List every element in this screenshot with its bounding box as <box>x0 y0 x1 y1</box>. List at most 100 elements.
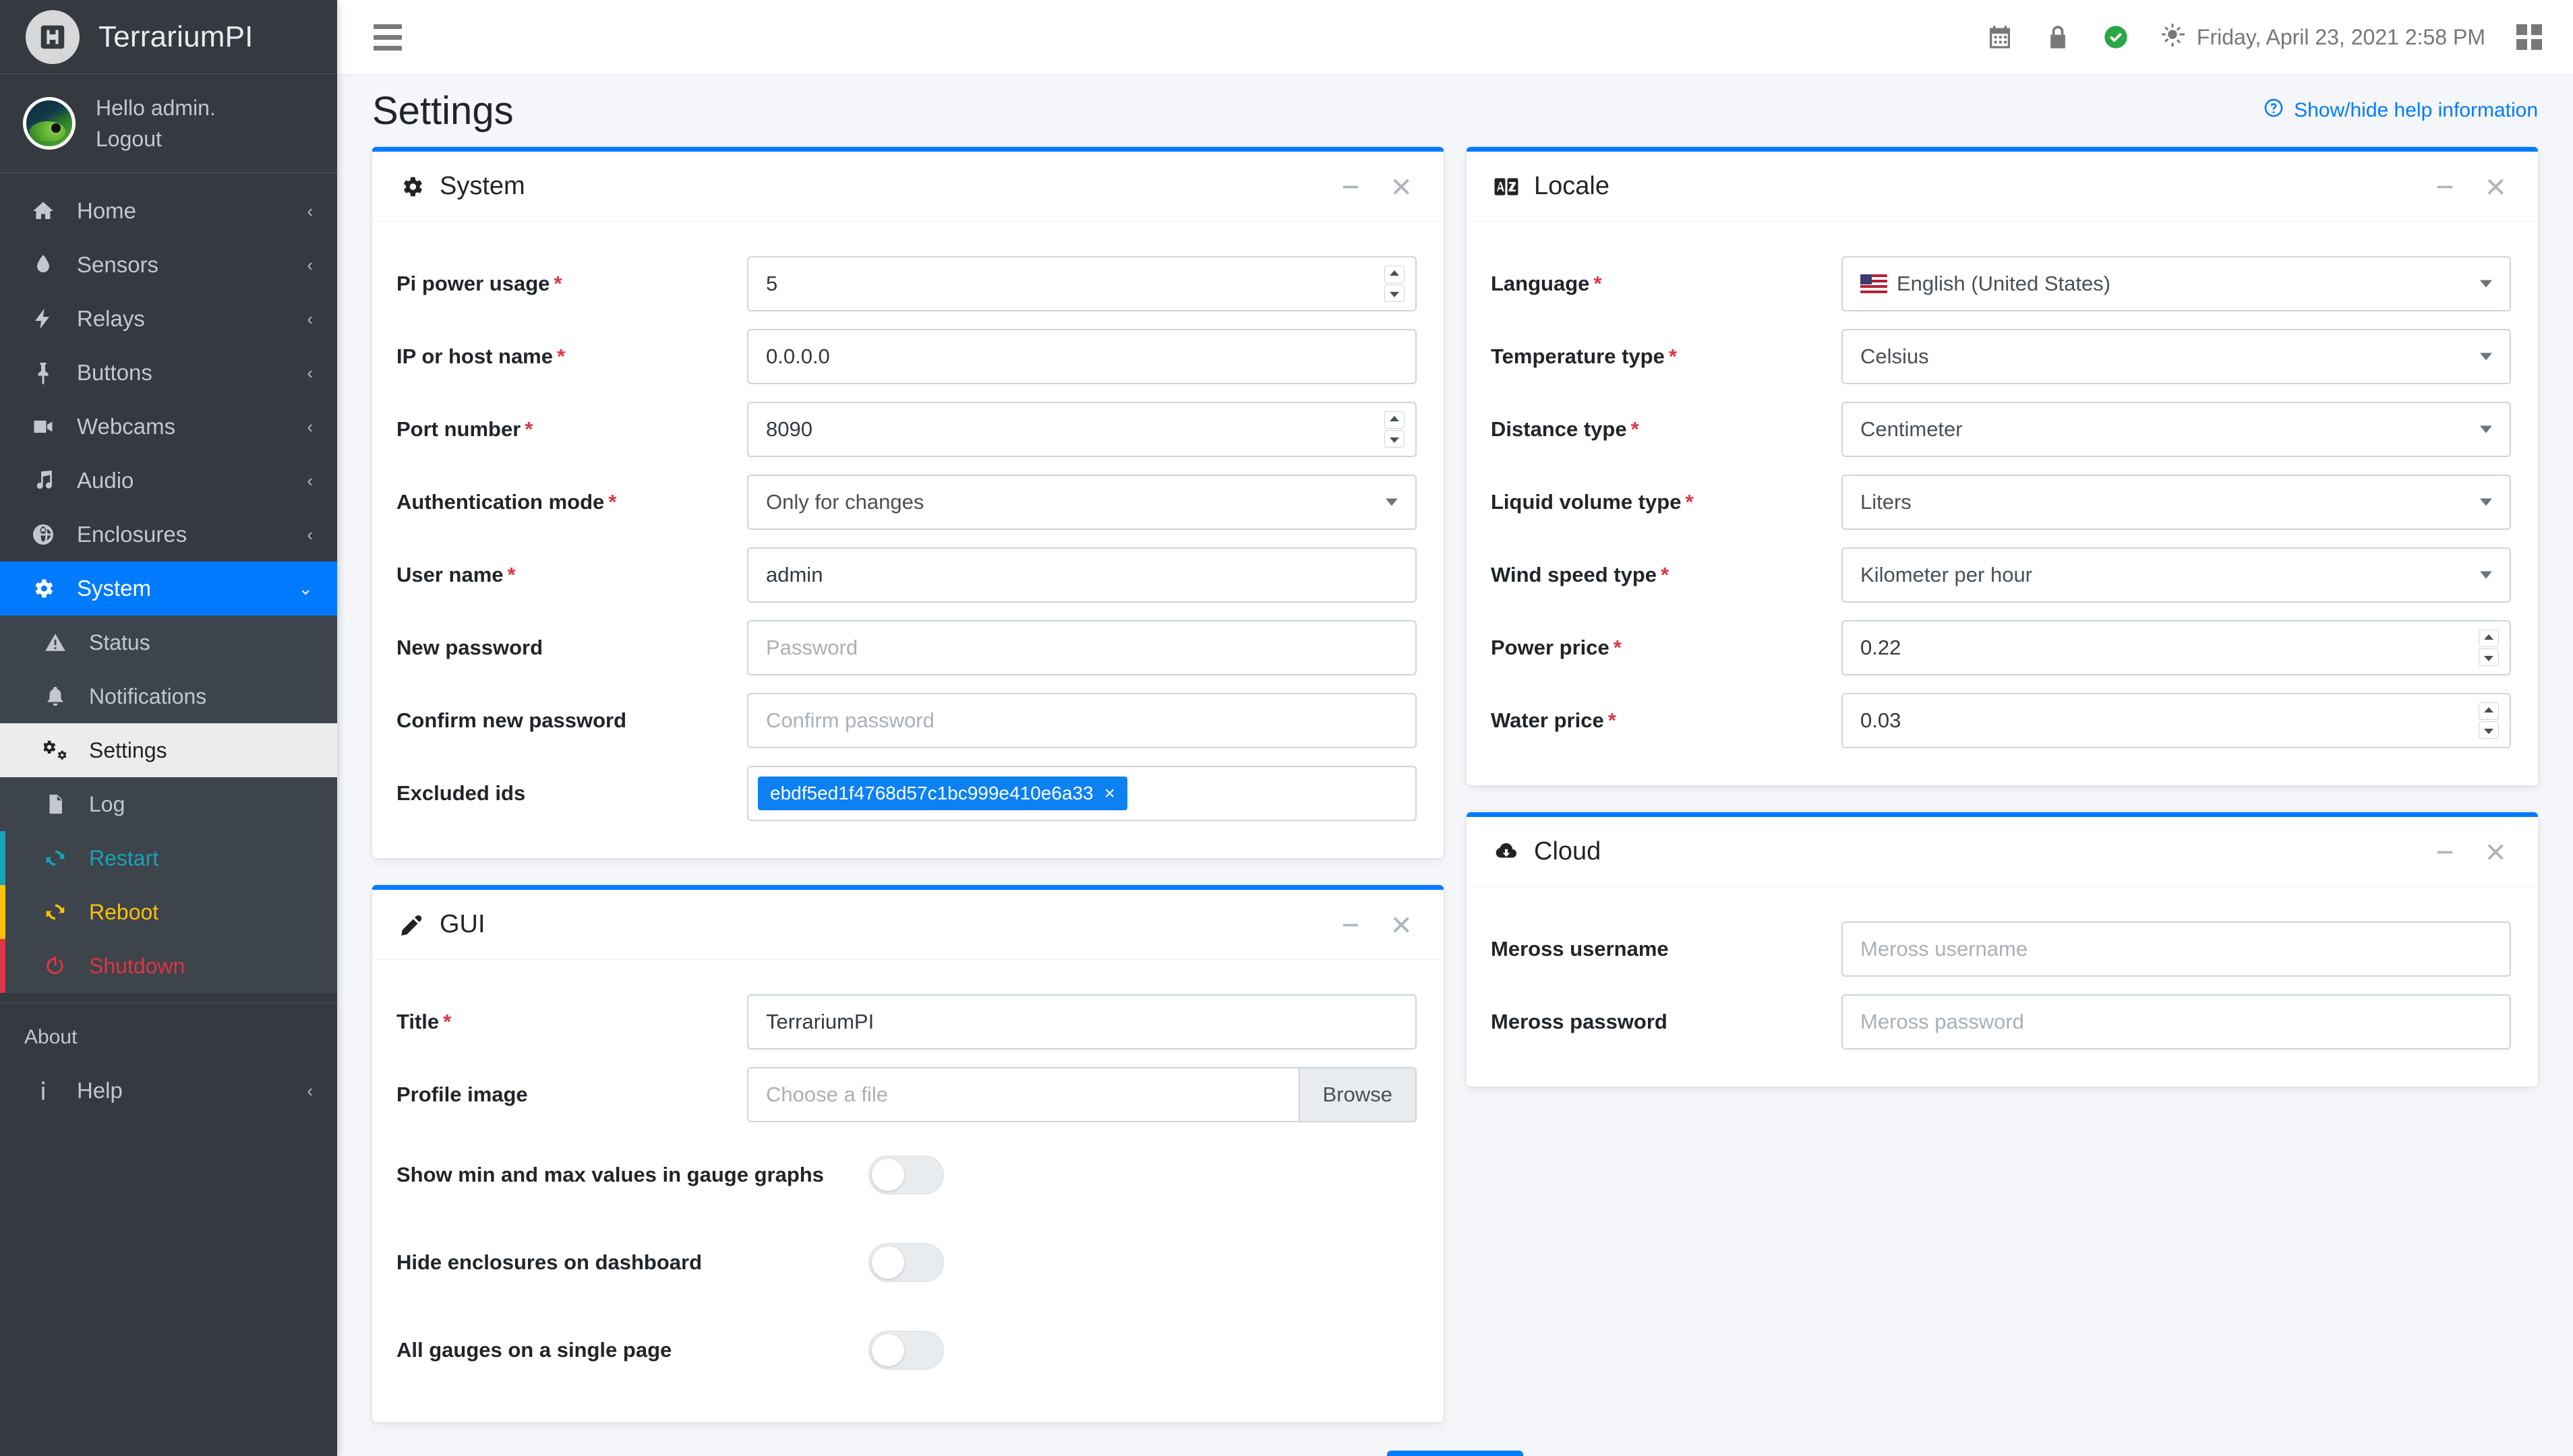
meross-username-input[interactable]: Meross username <box>1841 921 2511 977</box>
grid-icon[interactable] <box>2516 24 2542 50</box>
sidebar-item-reboot[interactable]: Reboot <box>0 885 337 939</box>
card-cloud-header: Cloud <box>1467 817 2538 887</box>
card-gui: GUI Title * TerrariumPI Profile image Ch… <box>372 885 1444 1422</box>
sidebar-item-settings[interactable]: Settings <box>0 723 337 777</box>
water-price-stepper[interactable] <box>2479 702 2499 739</box>
port-number-input[interactable]: 8090 <box>747 402 1417 457</box>
card-cloud: Cloud Meross username Meross username Me… <box>1467 812 2538 1087</box>
sidebar-item-notifications[interactable]: Notifications <box>0 669 337 723</box>
port-number-stepper[interactable] <box>1384 411 1404 448</box>
sidebar-item-label: Notifications <box>89 684 207 708</box>
sidebar-item-sensors[interactable]: Sensors ‹ <box>0 238 337 292</box>
sidebar-item-label: Log <box>89 791 125 816</box>
logout-link[interactable]: Logout <box>96 125 216 152</box>
hide-enclosures-toggle[interactable] <box>868 1243 944 1282</box>
excluded-ids-input[interactable]: ebdf5ed1f4768d57c1bc999e410e6a33 × <box>747 766 1417 821</box>
sidebar-item-log[interactable]: Log <box>0 777 337 831</box>
minimize-icon[interactable] <box>1337 173 1364 200</box>
power-icon <box>40 954 70 977</box>
sidebar-item-shutdown[interactable]: Shutdown <box>0 939 337 993</box>
sidebar-item-label: Help <box>77 1078 123 1103</box>
sidebar-item-label: Settings <box>89 737 167 762</box>
language-icon <box>1491 174 1522 200</box>
field-excluded-ids: Excluded ids ebdf5ed1f4768d57c1bc999e410… <box>396 757 1417 830</box>
chevron-down-icon <box>2480 280 2492 288</box>
sidebar-item-status[interactable]: Status <box>0 615 337 669</box>
lock-icon[interactable] <box>2044 24 2071 51</box>
pin-icon <box>28 361 58 385</box>
confirm-password-input[interactable]: Confirm password <box>747 693 1417 748</box>
chevron-left-icon: ‹ <box>307 200 313 221</box>
power-price-input[interactable]: 0.22 <box>1841 620 2511 675</box>
pi-power-usage-stepper[interactable] <box>1384 266 1404 302</box>
ip-or-host-input[interactable]: 0.0.0.0 <box>747 329 1417 384</box>
sidebar-item-help[interactable]: Help ‹ <box>0 1064 337 1118</box>
home-icon <box>28 199 58 223</box>
field-label: Power price * <box>1491 635 1622 659</box>
meross-password-input[interactable]: Meross password <box>1841 994 2511 1050</box>
chevron-down-icon <box>2480 425 2492 433</box>
pi-power-usage-input[interactable]: 5 <box>747 256 1417 311</box>
close-icon[interactable] <box>2484 173 2511 200</box>
sidebar-item-relays[interactable]: Relays ‹ <box>0 292 337 346</box>
close-icon[interactable] <box>2484 839 2511 866</box>
field-label: Hide enclosures on dashboard <box>396 1250 703 1274</box>
field-distance-type: Distance type * Centimeter <box>1491 393 2511 466</box>
field-power-price: Power price * 0.22 <box>1491 611 2511 684</box>
sidebar-item-label: Shutdown <box>89 953 185 978</box>
sidebar-item-restart[interactable]: Restart <box>0 831 337 885</box>
card-system-header: System <box>372 152 1444 222</box>
check-circle-icon[interactable] <box>2102 24 2129 51</box>
language-select[interactable]: English (United States) <box>1841 256 2511 311</box>
tag-remove-icon[interactable]: × <box>1104 783 1115 804</box>
chevron-down-icon: ⌄ <box>298 578 313 599</box>
avatar <box>23 97 76 150</box>
sync-icon <box>40 847 70 870</box>
required-marker: * <box>1685 489 1694 514</box>
sidebar-item-home[interactable]: Home ‹ <box>0 184 337 238</box>
sidebar-item-system[interactable]: System ⌄ <box>0 562 337 615</box>
brand[interactable]: TerrariumPI <box>0 0 337 74</box>
required-marker: * <box>1593 271 1602 295</box>
sidebar-item-buttons[interactable]: Buttons ‹ <box>0 346 337 400</box>
help-link-label: Show/hide help information <box>2294 99 2538 121</box>
distance-type-select[interactable]: Centimeter <box>1841 402 2511 457</box>
close-icon[interactable] <box>1390 911 1417 938</box>
new-password-input[interactable]: Password <box>747 620 1417 675</box>
liquid-volume-type-select[interactable]: Liters <box>1841 475 2511 530</box>
minimize-icon[interactable] <box>2431 839 2458 866</box>
card-gui-header: GUI <box>372 890 1444 960</box>
calendar-icon[interactable] <box>1986 24 2013 51</box>
toggle-knob <box>872 1159 904 1191</box>
required-marker: * <box>1607 708 1616 732</box>
chevron-left-icon: ‹ <box>307 1080 313 1101</box>
close-icon[interactable] <box>1390 173 1417 200</box>
temperature-type-select[interactable]: Celsius <box>1841 329 2511 384</box>
sidebar-item-audio[interactable]: Audio ‹ <box>0 454 337 508</box>
browse-button[interactable]: Browse <box>1298 1068 1415 1121</box>
all-gauges-single-page-toggle[interactable] <box>868 1331 944 1370</box>
sidebar-item-enclosures[interactable]: Enclosures ‹ <box>0 508 337 562</box>
minimize-icon[interactable] <box>1337 911 1364 938</box>
power-price-stepper[interactable] <box>2479 630 2499 666</box>
topbar-icons: Friday, April 23, 2021 2:58 PM <box>1986 22 2542 52</box>
show-hide-help-link[interactable]: Show/hide help information <box>2263 97 2538 124</box>
field-label: Title * <box>396 1009 452 1033</box>
gui-title-input[interactable]: TerrariumPI <box>747 994 1417 1050</box>
required-marker: * <box>554 271 562 295</box>
page-header: Settings Show/hide help information <box>364 74 2546 147</box>
field-label: Language * <box>1491 271 1602 295</box>
chevron-down-icon <box>2480 498 2492 506</box>
wind-speed-type-select[interactable]: Kilometer per hour <box>1841 547 2511 603</box>
show-min-max-toggle[interactable] <box>868 1155 944 1194</box>
required-marker: * <box>443 1009 452 1033</box>
authentication-mode-select[interactable]: Only for changes <box>747 475 1417 530</box>
minimize-icon[interactable] <box>2431 173 2458 200</box>
user-name-input[interactable]: admin <box>747 547 1417 603</box>
field-label: Liquid volume type * <box>1491 489 1694 514</box>
water-price-input[interactable]: 0.03 <box>1841 693 2511 748</box>
hamburger-icon[interactable] <box>364 18 411 57</box>
sidebar-item-webcams[interactable]: Webcams ‹ <box>0 400 337 454</box>
profile-image-file-input[interactable]: Choose a file Browse <box>747 1067 1417 1122</box>
save-button[interactable]: Save <box>1386 1451 1524 1456</box>
